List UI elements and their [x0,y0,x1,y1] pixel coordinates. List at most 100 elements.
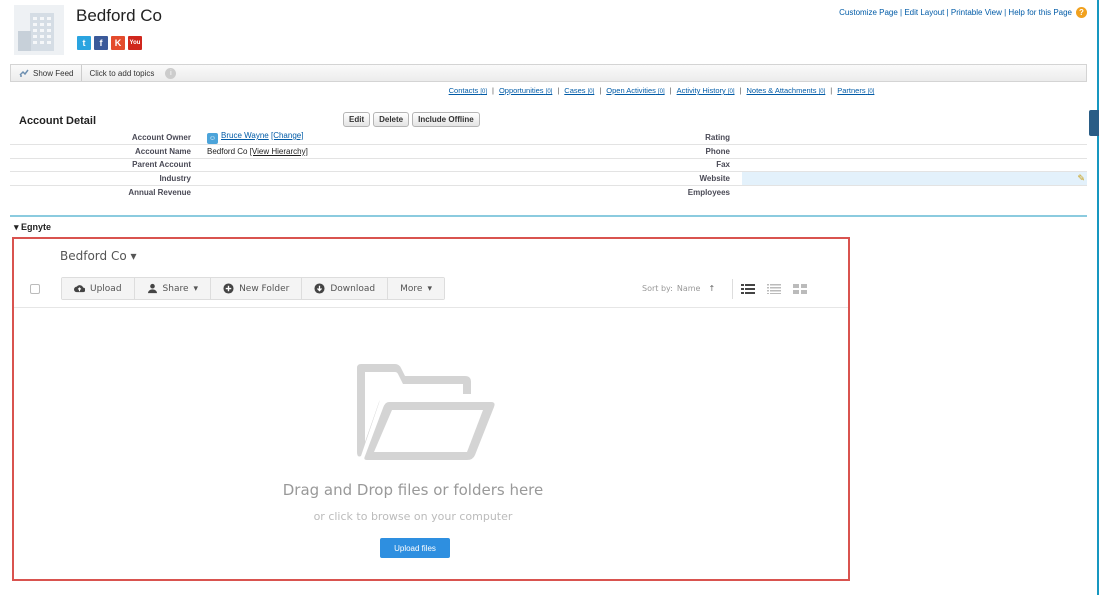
social-links: t f K You Tube [77,36,142,60]
caret-down-icon: ▾ [193,283,199,294]
field-label: Employees [687,187,730,197]
field-label: Account Owner [10,131,203,145]
show-feed-button[interactable]: Show Feed [11,65,83,81]
delete-button[interactable]: Delete [373,112,410,127]
caret-down-icon: ▾ [130,249,137,263]
help-icon[interactable]: ? [1076,7,1087,18]
related-link-label: Contacts [448,86,479,95]
user-icon [147,283,157,294]
grid-view-icon[interactable] [793,284,807,294]
related-link-open-activities[interactable]: Open Activities [0] [606,86,664,95]
fax-value [742,158,1087,172]
related-link-label: Opportunities [498,86,544,95]
related-link-count: [0] [657,89,665,95]
info-icon[interactable]: i [165,67,177,79]
account-title: Bedford Co [76,6,162,25]
more-button[interactable]: More ▾ [388,278,444,299]
related-link-count: [0] [727,89,735,95]
feed-icon [19,69,29,77]
website-value[interactable]: ✎ [742,171,1087,186]
new-folder-button[interactable]: New Folder [211,278,303,299]
select-all-checkbox[interactable] [30,284,40,294]
sidebar-toggle-tab[interactable] [1089,110,1099,136]
facebook-icon[interactable]: f [94,36,108,50]
related-link-notes-attachments[interactable]: Notes & Attachments [0] [746,86,825,95]
field-label: Phone [536,144,742,159]
egnyte-panel: Bedford Co ▾ Upload Share ▾ New Folder D… [12,237,850,581]
related-separator: | [557,86,560,95]
related-link-label: Cases [564,86,586,95]
drop-zone-subtitle[interactable]: or click to browse on your computer [14,510,812,523]
add-topics-link[interactable]: Click to add topics [82,69,161,78]
related-link-count: [0] [818,89,826,95]
detail-row: Parent Account Fax [10,158,1087,172]
list-view-icon[interactable] [741,284,755,294]
toolbar-divider [14,307,848,308]
field-label: Fax [536,158,742,172]
plus-circle-icon [223,283,234,294]
account-owner-link[interactable]: Bruce Wayne [221,131,269,140]
twitter-icon[interactable]: t [77,36,91,50]
egnyte-toolbar: Upload Share ▾ New Folder Download More … [61,277,445,300]
account-building-icon [14,5,64,55]
download-label: Download [330,283,376,294]
account-name-value: Bedford Co [View Hierarchy] [203,144,536,159]
related-link-opportunities[interactable]: Opportunities [0] [499,86,552,95]
upload-button[interactable]: Upload [62,278,135,299]
related-link-label: Partners [837,86,866,95]
page-links: Customize Page | Edit Layout | Printable… [839,7,1087,18]
phone-value [742,144,1087,159]
sort-field: Name [676,284,701,293]
related-link-count: [0] [545,89,553,95]
drop-zone-title[interactable]: Drag and Drop files or folders here [14,481,812,499]
youtube-icon[interactable]: You Tube [128,36,142,60]
view-hierarchy-link[interactable]: [View Hierarchy] [250,147,308,156]
sort-control[interactable]: Sort by: Name ↑ [642,284,715,293]
caret-down-icon: ▾ [427,283,432,294]
related-link-count: [0] [480,89,487,95]
detail-row: Account Name Bedford Co [View Hierarchy]… [10,144,1087,159]
related-separator: | [669,86,672,95]
folder-dropdown[interactable]: Bedford Co ▾ [60,249,137,263]
page-links-text[interactable]: Customize Page | Edit Layout | Printable… [839,8,1072,17]
employees-value [742,185,1087,199]
detail-row: Account Owner ☺ Bruce Wayne [Change] Rati… [10,131,1087,145]
folder-name: Bedford Co [60,249,127,263]
field-label: Parent Account [10,158,203,172]
view-mode-switcher [732,279,807,299]
related-list-links: Contacts [0] | Opportunities [0] | Cases [0]… [0,86,1099,95]
download-button[interactable]: Download [302,278,389,299]
related-link-cases[interactable]: Cases [0] [564,86,594,95]
related-link-count: [0] [587,89,595,95]
field-label: Account Name [10,144,203,159]
compact-list-view-icon[interactable] [767,284,781,294]
egnyte-section-toggle[interactable]: ▾ Egnyte [14,222,51,233]
related-link-partners[interactable]: Partners [0] [837,86,874,95]
pencil-icon[interactable]: ✎ [1077,173,1085,184]
related-separator: | [739,86,742,95]
related-link-count: [0] [867,89,875,95]
klout-icon[interactable]: K [111,36,125,50]
related-link-contacts[interactable]: Contacts [0] [449,86,487,95]
related-separator: | [492,86,494,95]
more-label: More [400,283,423,294]
share-label: Share [162,283,189,294]
edit-button[interactable]: Edit [343,112,371,127]
open-folder-icon[interactable] [353,362,497,462]
related-link-activity-history[interactable]: Activity History [0] [677,86,735,95]
rating-value [742,131,1087,145]
account-detail-heading: Account Detail [19,115,97,127]
include-offline-button[interactable]: Include Offline [412,112,480,127]
industry-value [203,171,536,186]
related-link-label: Open Activities [606,86,656,95]
field-label: Annual Revenue [128,187,191,197]
share-button[interactable]: Share ▾ [134,278,212,299]
new-folder-label: New Folder [239,283,290,294]
sort-direction-icon[interactable]: ↑ [708,284,715,293]
detail-buttons: Edit Delete Include Offline [343,112,480,127]
field-label: Website [536,171,742,186]
upload-label: Upload [90,283,122,294]
upload-files-button[interactable]: Upload files [380,538,450,558]
change-owner-link[interactable]: [Change] [271,131,303,140]
show-feed-label: Show Feed [33,68,74,78]
